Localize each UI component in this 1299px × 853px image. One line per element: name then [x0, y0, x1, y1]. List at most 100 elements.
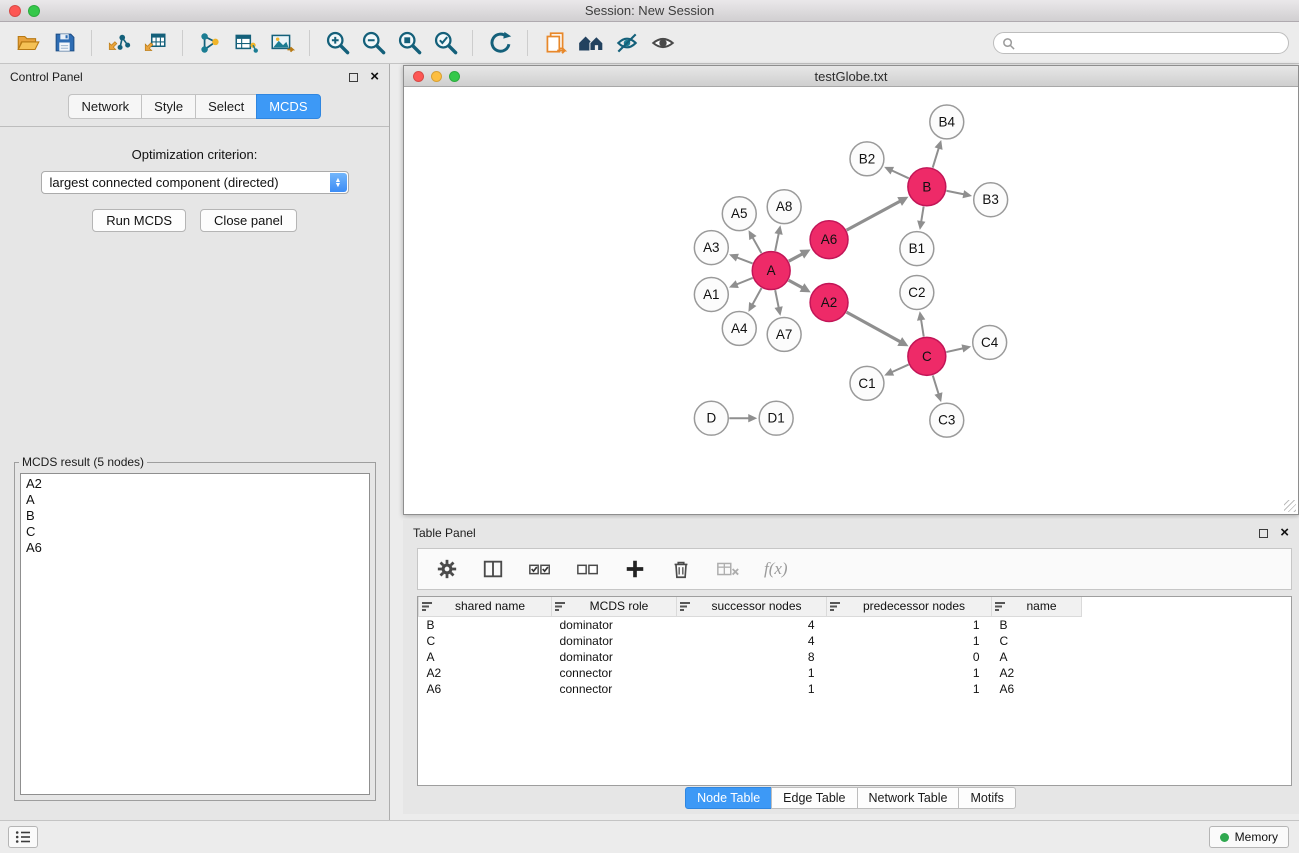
tab-style[interactable]: Style — [141, 94, 195, 119]
new-network-button[interactable] — [192, 26, 228, 60]
refresh-button[interactable] — [482, 26, 518, 60]
graph-edge[interactable] — [736, 278, 752, 285]
minimize-view-button[interactable] — [431, 71, 442, 82]
graph-edge[interactable] — [933, 148, 939, 168]
graph-node-a5[interactable]: A5 — [722, 197, 756, 231]
export-image-button[interactable] — [264, 26, 300, 60]
maximize-view-button[interactable] — [449, 71, 460, 82]
node-table[interactable]: shared nameMCDS rolesuccessor nodesprede… — [417, 596, 1292, 786]
table-cell[interactable]: C — [419, 633, 552, 649]
graph-node-a8[interactable]: A8 — [767, 190, 801, 224]
tab-network[interactable]: Network — [68, 94, 141, 119]
column-header[interactable]: predecessor nodes — [827, 597, 992, 616]
table-cell[interactable]: 1 — [827, 681, 992, 697]
graph-node-a3[interactable]: A3 — [694, 231, 728, 265]
graph-node-d1[interactable]: D1 — [759, 401, 793, 435]
table-row[interactable]: Cdominator41C — [419, 633, 1292, 649]
tab-network-table[interactable]: Network Table — [857, 787, 960, 809]
graph-edge[interactable] — [933, 375, 939, 394]
graph-node-a4[interactable]: A4 — [722, 311, 756, 345]
memory-button[interactable]: Memory — [1209, 826, 1289, 848]
graph-edge[interactable] — [775, 233, 779, 251]
table-cell[interactable]: A — [419, 649, 552, 665]
graph-node-b1[interactable]: B1 — [900, 232, 934, 266]
select-all-button[interactable] — [528, 559, 552, 579]
graph-node-b3[interactable]: B3 — [974, 183, 1008, 217]
table-cell[interactable]: A6 — [419, 681, 552, 697]
table-cell[interactable]: 1 — [827, 665, 992, 681]
show-style-button[interactable] — [609, 26, 645, 60]
result-item[interactable]: A — [26, 492, 364, 508]
graph-edge[interactable] — [847, 201, 901, 230]
float-panel-icon[interactable] — [349, 73, 358, 82]
open-recent-page-button[interactable] — [537, 26, 573, 60]
open-session-button[interactable] — [10, 26, 46, 60]
graph-edge[interactable] — [736, 257, 752, 263]
graph-node-b2[interactable]: B2 — [850, 142, 884, 176]
tab-motifs[interactable]: Motifs — [958, 787, 1015, 809]
table-cell[interactable]: 8 — [677, 649, 827, 665]
tab-node-table[interactable]: Node Table — [685, 787, 772, 809]
table-settings-button[interactable] — [436, 558, 458, 580]
network-graph[interactable]: B4B2BB3A5A8A6A3B1AC2A1A2A4A7C4CC1C3DD1 — [404, 88, 1298, 514]
result-item[interactable]: A2 — [26, 476, 364, 492]
show-graphics-details-button[interactable] — [645, 26, 681, 60]
tab-mcds[interactable]: MCDS — [256, 94, 320, 119]
column-header[interactable]: name — [992, 597, 1082, 616]
close-panel-icon[interactable]: × — [370, 72, 379, 82]
table-cell[interactable]: B — [992, 616, 1082, 633]
graph-edge[interactable] — [946, 348, 963, 352]
graph-edge[interactable] — [847, 312, 901, 342]
column-header[interactable]: MCDS role — [552, 597, 677, 616]
function-builder-button[interactable]: f(x) — [764, 559, 788, 579]
graph-edge[interactable] — [752, 288, 761, 305]
graph-edge[interactable] — [892, 365, 909, 373]
table-cell[interactable]: 4 — [677, 633, 827, 649]
result-item[interactable]: A6 — [26, 540, 364, 556]
run-mcds-button[interactable]: Run MCDS — [92, 209, 186, 232]
graph-node-c1[interactable]: C1 — [850, 366, 884, 400]
table-cell[interactable]: connector — [552, 681, 677, 697]
tab-select[interactable]: Select — [195, 94, 256, 119]
table-cell[interactable]: 1 — [677, 681, 827, 697]
graph-node-a1[interactable]: A1 — [694, 278, 728, 312]
table-cell[interactable]: A2 — [992, 665, 1082, 681]
table-cell[interactable]: 1 — [827, 616, 992, 633]
mcds-result-list[interactable]: A2ABCA6 — [20, 473, 370, 795]
graph-node-c[interactable]: C — [908, 337, 946, 375]
add-column-button[interactable] — [624, 558, 646, 580]
search-input[interactable] — [1020, 36, 1288, 50]
delete-table-button[interactable] — [716, 559, 740, 579]
zoom-selected-button[interactable] — [427, 26, 463, 60]
graph-node-a6[interactable]: A6 — [810, 221, 848, 259]
import-network-button[interactable] — [101, 26, 137, 60]
zoom-in-button[interactable] — [319, 26, 355, 60]
table-cell[interactable]: 4 — [677, 616, 827, 633]
criterion-dropdown[interactable]: largest connected component (directed) ▲… — [41, 171, 349, 194]
table-cell[interactable]: A6 — [992, 681, 1082, 697]
task-history-button[interactable] — [8, 826, 38, 848]
save-session-button[interactable] — [46, 26, 82, 60]
result-item[interactable]: C — [26, 524, 364, 540]
graph-node-b[interactable]: B — [908, 168, 946, 206]
column-header[interactable]: successor nodes — [677, 597, 827, 616]
network-window-titlebar[interactable]: testGlobe.txt — [404, 66, 1298, 87]
table-cell[interactable]: connector — [552, 665, 677, 681]
zoom-out-button[interactable] — [355, 26, 391, 60]
close-view-button[interactable] — [413, 71, 424, 82]
graph-edge[interactable] — [921, 319, 924, 337]
search-box[interactable] — [993, 32, 1289, 54]
close-window-button[interactable] — [9, 5, 21, 17]
delete-column-button[interactable] — [670, 558, 692, 580]
graph-node-c3[interactable]: C3 — [930, 403, 964, 437]
table-cell[interactable]: 1 — [827, 633, 992, 649]
graph-edge[interactable] — [921, 206, 924, 222]
graph-edge[interactable] — [789, 254, 803, 261]
table-row[interactable]: A6connector11A6 — [419, 681, 1292, 697]
table-cell[interactable]: C — [992, 633, 1082, 649]
graph-node-c4[interactable]: C4 — [973, 325, 1007, 359]
graph-edge[interactable] — [752, 237, 761, 253]
table-row[interactable]: A2connector11A2 — [419, 665, 1292, 681]
network-canvas[interactable]: B4B2BB3A5A8A6A3B1AC2A1A2A4A7C4CC1C3DD1 — [404, 88, 1298, 514]
graph-edge[interactable] — [946, 191, 964, 195]
